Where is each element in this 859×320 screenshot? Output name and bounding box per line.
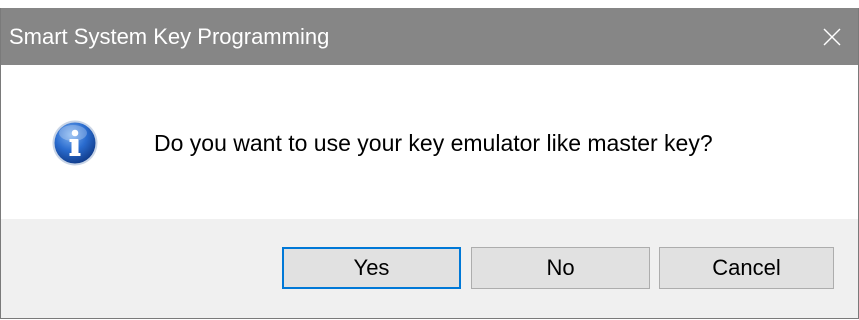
- message-area: Do you want to use your key emulator lik…: [1, 65, 858, 219]
- button-bar: Yes No Cancel: [1, 219, 858, 318]
- info-icon: [52, 120, 98, 166]
- window-title: Smart System Key Programming: [9, 24, 330, 49]
- title-bar[interactable]: Smart System Key Programming: [1, 8, 858, 65]
- close-button[interactable]: [806, 8, 858, 65]
- message-dialog: Smart System Key Programming Do you want…: [0, 8, 859, 319]
- close-icon: [823, 28, 841, 45]
- no-button[interactable]: No: [471, 247, 650, 289]
- yes-button[interactable]: Yes: [282, 247, 461, 289]
- message-text: Do you want to use your key emulator lik…: [154, 130, 713, 156]
- cancel-button[interactable]: Cancel: [659, 247, 834, 289]
